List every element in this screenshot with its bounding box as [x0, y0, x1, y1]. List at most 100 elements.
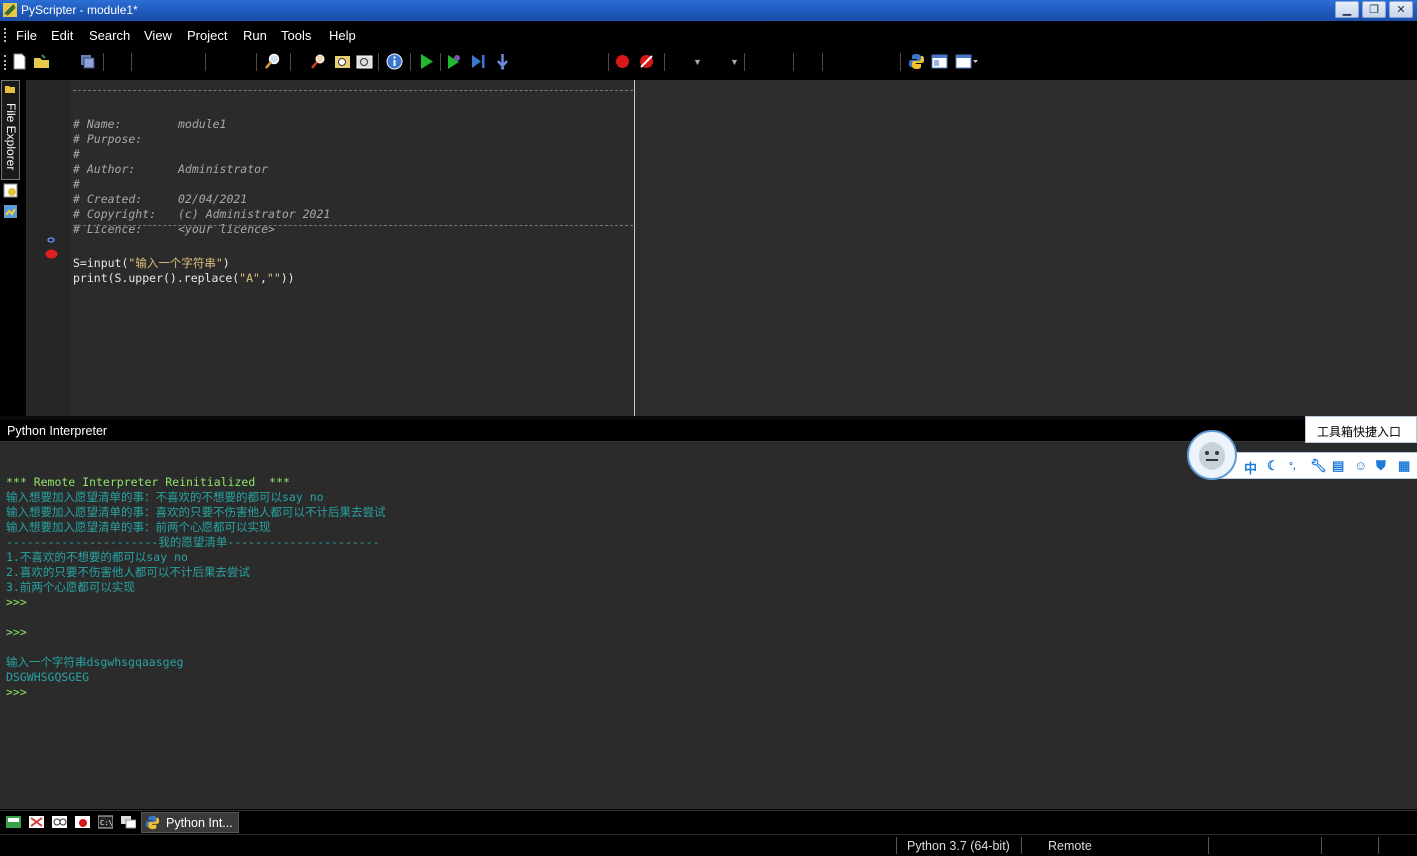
console-line: DSGWHSGQSGEG	[6, 670, 90, 684]
shirt-icon[interactable]: ⛊	[1376, 458, 1386, 474]
wrench-icon[interactable]: 🔧︎	[1310, 458, 1327, 474]
run-icon[interactable]	[418, 53, 435, 70]
watches-icon[interactable]	[52, 815, 67, 829]
console-line: 输入想要加入愿望清单的事：喜欢的只要不伤害他人都可以不计后果去尝试	[6, 505, 386, 519]
toolbar-grip[interactable]	[4, 55, 8, 70]
restore-button[interactable]: ❐	[1362, 1, 1386, 18]
toolbar-separator	[103, 53, 104, 71]
file-explorer-tab[interactable]: File Explorer	[1, 80, 20, 180]
step-into-icon[interactable]	[494, 53, 511, 70]
main-toolbar: ▼ ▼	[0, 48, 1417, 76]
grid-icon[interactable]: ▦	[1398, 458, 1410, 474]
status-separator	[1021, 837, 1022, 854]
status-separator	[896, 837, 897, 854]
comment-copyright-label: # Copyright:	[73, 207, 157, 221]
status-separator	[1378, 837, 1379, 854]
comment-author-value: Administrator	[178, 162, 269, 176]
breakpoint-icon[interactable]	[45, 249, 58, 259]
toolbar-separator	[440, 53, 441, 71]
debug-icon[interactable]	[446, 53, 463, 70]
python-interpreter-console[interactable]: *** Remote Interpreter Reinitialized ***…	[0, 442, 1417, 809]
comment-blank: #	[73, 177, 80, 191]
save-all-icon[interactable]	[79, 53, 96, 70]
code-line-1-start: S=input(	[73, 256, 129, 270]
close-button[interactable]: ✕	[1389, 1, 1413, 18]
right-empty-pane	[635, 80, 1417, 416]
comment-licence-value: <your licence>	[178, 222, 275, 236]
status-separator	[1208, 837, 1209, 854]
menu-edit[interactable]: Edit	[51, 28, 73, 43]
minimize-button[interactable]: ▁	[1335, 1, 1359, 18]
folder-icon	[5, 86, 15, 93]
ime-avatar-icon[interactable]	[1187, 430, 1237, 480]
comment-licence-label: # Licence:	[73, 222, 143, 236]
code-line-2-comma: ,	[259, 271, 267, 285]
comment-line: #---------------------------------------…	[73, 98, 74, 113]
python-icon[interactable]	[908, 53, 925, 70]
comment-blank: #	[73, 147, 80, 161]
console-line: 输入一个字符串dsgwhsgqaasgeg	[6, 655, 184, 669]
console-line: 2.喜欢的只要不伤害他人都可以不计后果去尝试	[6, 565, 250, 579]
bottom-dock-tabs: C:\ Python Int...	[0, 810, 1417, 834]
clear-breakpoints-icon[interactable]	[638, 53, 655, 70]
menu-file[interactable]: File	[16, 28, 37, 43]
find-in-files-icon[interactable]	[310, 53, 327, 70]
window-title: PyScripter - module1*	[21, 3, 138, 17]
console-prompt: >>>	[6, 625, 27, 639]
punct-icon[interactable]: °,	[1289, 461, 1296, 472]
console-line: 3.前两个心愿都可以实现	[6, 580, 135, 594]
step-icon[interactable]	[470, 53, 487, 70]
window-layout-dropdown-icon[interactable]	[955, 53, 979, 70]
toggle-breakpoint-icon[interactable]	[614, 53, 631, 70]
menu-help[interactable]: Help	[329, 28, 356, 43]
find-icon[interactable]	[264, 53, 281, 70]
menu-run[interactable]: Run	[243, 28, 267, 43]
code-text[interactable]: #---------------------------------------…	[73, 83, 330, 301]
status-python-version[interactable]: Python 3.7 (64-bit)	[907, 839, 1010, 853]
code-editor[interactable]: #---------------------------------------…	[26, 80, 635, 416]
code-explorer-icon[interactable]	[3, 183, 18, 198]
toolbar-separator	[608, 53, 609, 71]
file-explorer-label: File Explorer	[4, 103, 18, 171]
toolbar-separator	[900, 53, 901, 71]
moon-icon[interactable]: ☾	[1267, 458, 1279, 474]
console-line: 1.不喜欢的不想要的都可以say no	[6, 550, 188, 564]
toolbar-separator	[256, 53, 257, 71]
toolbar-separator	[131, 53, 132, 71]
menu-grip[interactable]	[4, 28, 8, 42]
console-line: 输入想要加入愿望清单的事：不喜欢的不想要的都可以say no	[6, 490, 324, 504]
status-engine[interactable]: Remote	[1048, 839, 1092, 853]
open-file-icon[interactable]	[33, 53, 50, 70]
info-icon[interactable]	[386, 53, 403, 70]
goto-line-icon[interactable]	[356, 53, 373, 70]
menu-search[interactable]: Search	[89, 28, 130, 43]
output-icon[interactable]: C:\	[98, 815, 113, 829]
chevron-down-icon[interactable]: ▼	[730, 57, 739, 67]
variables-icon[interactable]	[29, 815, 44, 829]
interpreter-output[interactable]: *** Remote Interpreter Reinitialized ***…	[6, 460, 386, 715]
menu-project[interactable]: Project	[187, 28, 227, 43]
layout-icon[interactable]	[931, 53, 948, 70]
toolbar-separator	[793, 53, 794, 71]
menu-view[interactable]: View	[144, 28, 172, 43]
execution-point-icon	[47, 237, 55, 243]
console-prompt: >>>	[6, 595, 27, 609]
smiley-icon[interactable]: ☺	[1354, 458, 1367, 473]
chevron-down-icon[interactable]: ▼	[693, 57, 702, 67]
call-stack-icon[interactable]	[6, 815, 21, 829]
breakpoints-icon[interactable]	[75, 815, 90, 829]
ime-mode-button[interactable]: 中	[1244, 458, 1257, 477]
new-file-icon[interactable]	[11, 53, 28, 70]
console-prompt: >>>	[6, 685, 27, 699]
editor-gutter[interactable]	[26, 80, 71, 416]
toolbar-separator	[290, 53, 291, 71]
tab-python-interpreter[interactable]: Python Int...	[141, 812, 239, 833]
menu-bar: File Edit Search View Project Run Tools …	[0, 21, 1417, 48]
project-explorer-icon[interactable]	[3, 204, 18, 219]
toolbar-separator	[744, 53, 745, 71]
menu-tools[interactable]: Tools	[281, 28, 311, 43]
clipboard-icon[interactable]: ▤	[1332, 458, 1344, 474]
replace-icon[interactable]	[334, 53, 351, 70]
messages-icon[interactable]	[121, 815, 136, 829]
toolbar-separator	[410, 53, 411, 71]
